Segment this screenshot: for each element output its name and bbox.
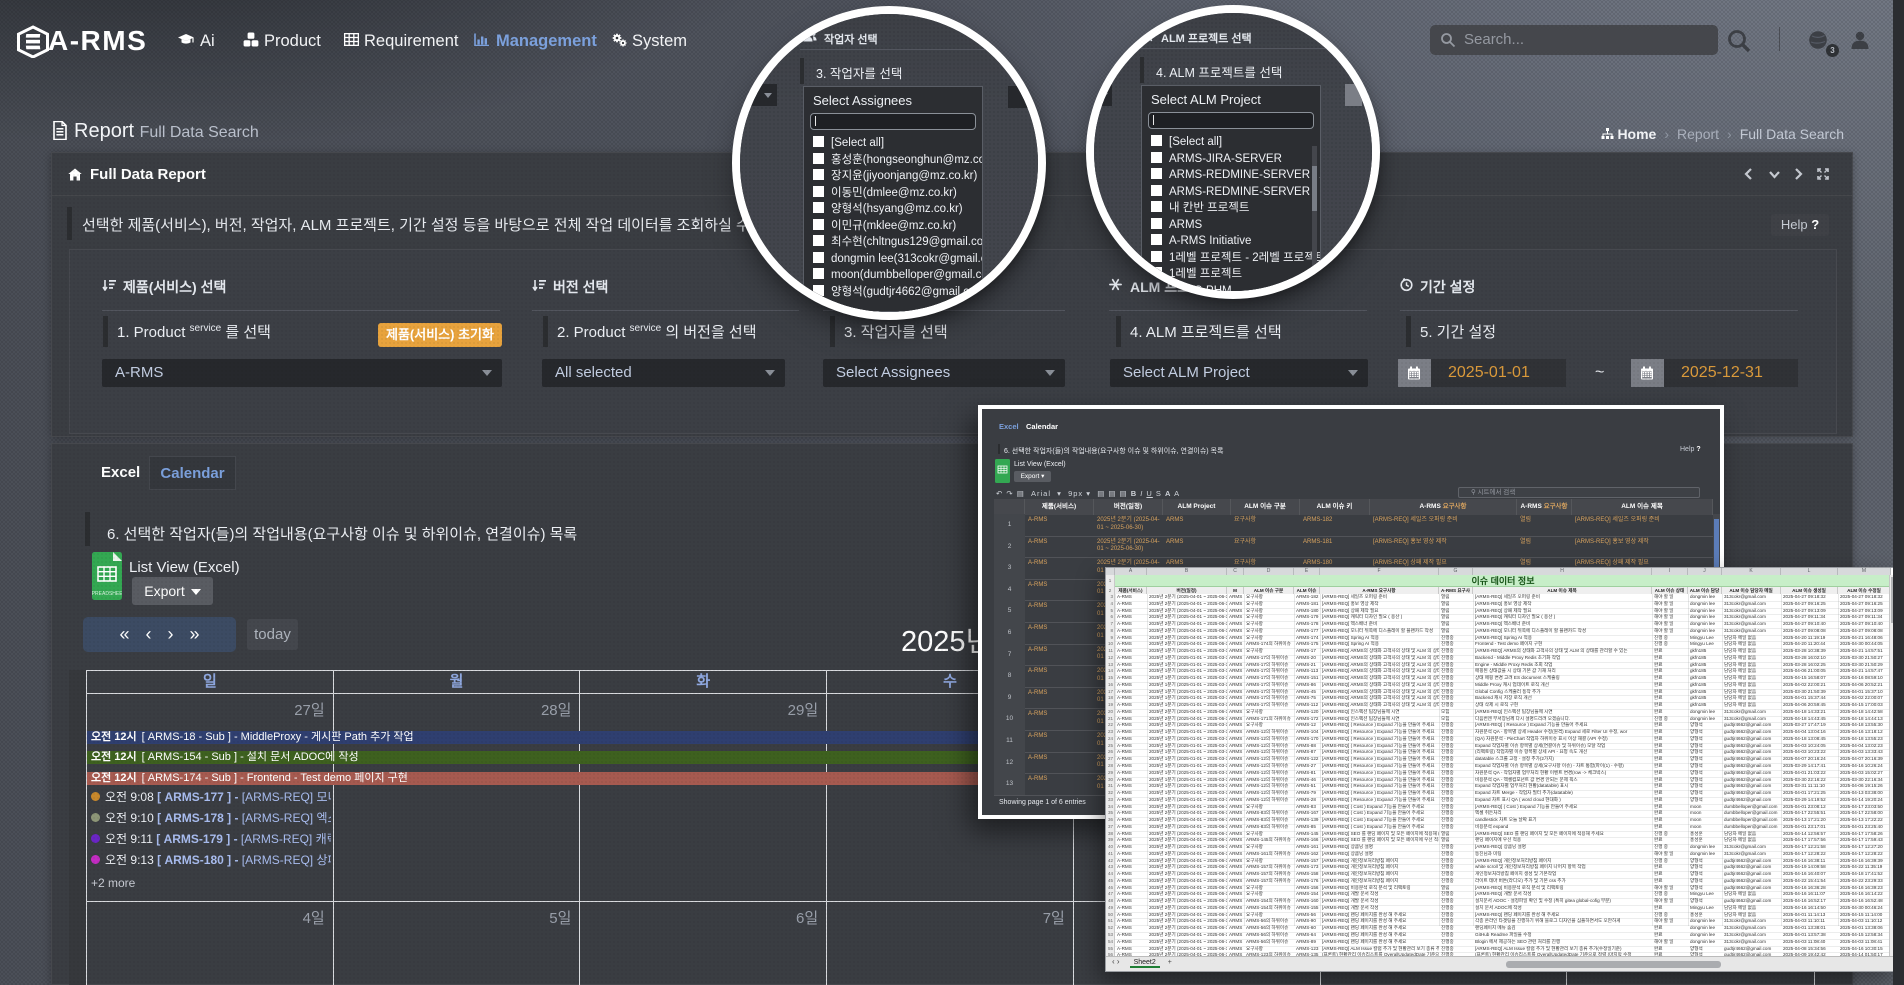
svg-text:SPREADSHEET: SPREADSHEET (92, 591, 122, 597)
